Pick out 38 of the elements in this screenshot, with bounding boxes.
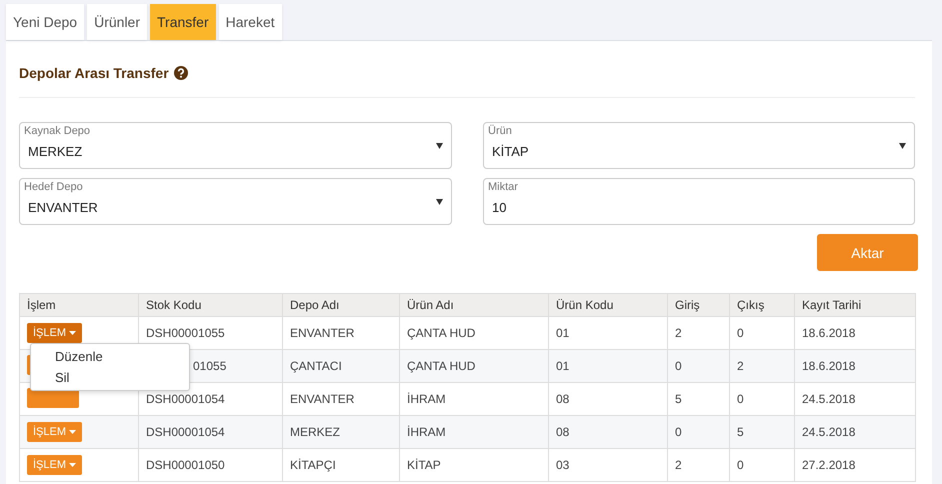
table-cell: 0 [668, 350, 730, 382]
column-header: Ürün Adı [400, 294, 548, 316]
table-cell: 2 [668, 448, 730, 482]
tab[interactable]: Yeni Depo [6, 4, 84, 40]
table-cell: 01 [548, 350, 668, 382]
table-cell: İHRAM [400, 416, 548, 448]
table-cell: 0 [668, 416, 730, 448]
select-field[interactable]: Hedef Depo ENVANTER [19, 178, 452, 225]
tab[interactable]: Transfer [150, 4, 216, 40]
table-cell: 0 [730, 448, 794, 482]
action-dropdown-button[interactable]: İŞLEM [27, 323, 82, 343]
table-cell: 5 [730, 416, 794, 448]
table-cell: KİTAPÇI [282, 448, 400, 482]
table-cell: ÇANTACI [282, 350, 400, 382]
column-header: Giriş [668, 294, 730, 316]
column-header: Depo Adı [282, 294, 400, 316]
table-cell: MERKEZ [282, 416, 400, 448]
table-cell: DSH00001050 [138, 448, 282, 482]
tab[interactable]: Hareket [218, 4, 282, 40]
table-cell: 03 [548, 448, 668, 482]
table-cell: DSH00001054 [138, 416, 282, 448]
tab[interactable]: Ürünler [87, 4, 147, 40]
table-cell: ÇANTA HUD [400, 350, 548, 382]
table-cell: 08 [548, 416, 668, 448]
column-header: Kayıt Tarihi [794, 294, 916, 316]
table-cell: 18.6.2018 [794, 350, 916, 382]
table-cell: KİTAP [400, 448, 548, 482]
column-header: İşlem [20, 294, 138, 316]
table-cell: 24.5.2018 [794, 416, 916, 448]
column-header: Ürün Kodu [548, 294, 668, 316]
select-field[interactable]: Kaynak Depo MERKEZ [19, 122, 452, 169]
select-field[interactable]: Ürün KİTAP [483, 122, 915, 169]
section-title: Depolar Arası Transfer [19, 65, 169, 81]
column-header: Stok Kodu [138, 294, 282, 316]
column-header: Çıkış [730, 294, 794, 316]
table-cell: 27.2.2018 [794, 448, 916, 482]
input-field[interactable]: Miktar 10 [483, 178, 915, 225]
table-cell: 2 [730, 350, 794, 382]
